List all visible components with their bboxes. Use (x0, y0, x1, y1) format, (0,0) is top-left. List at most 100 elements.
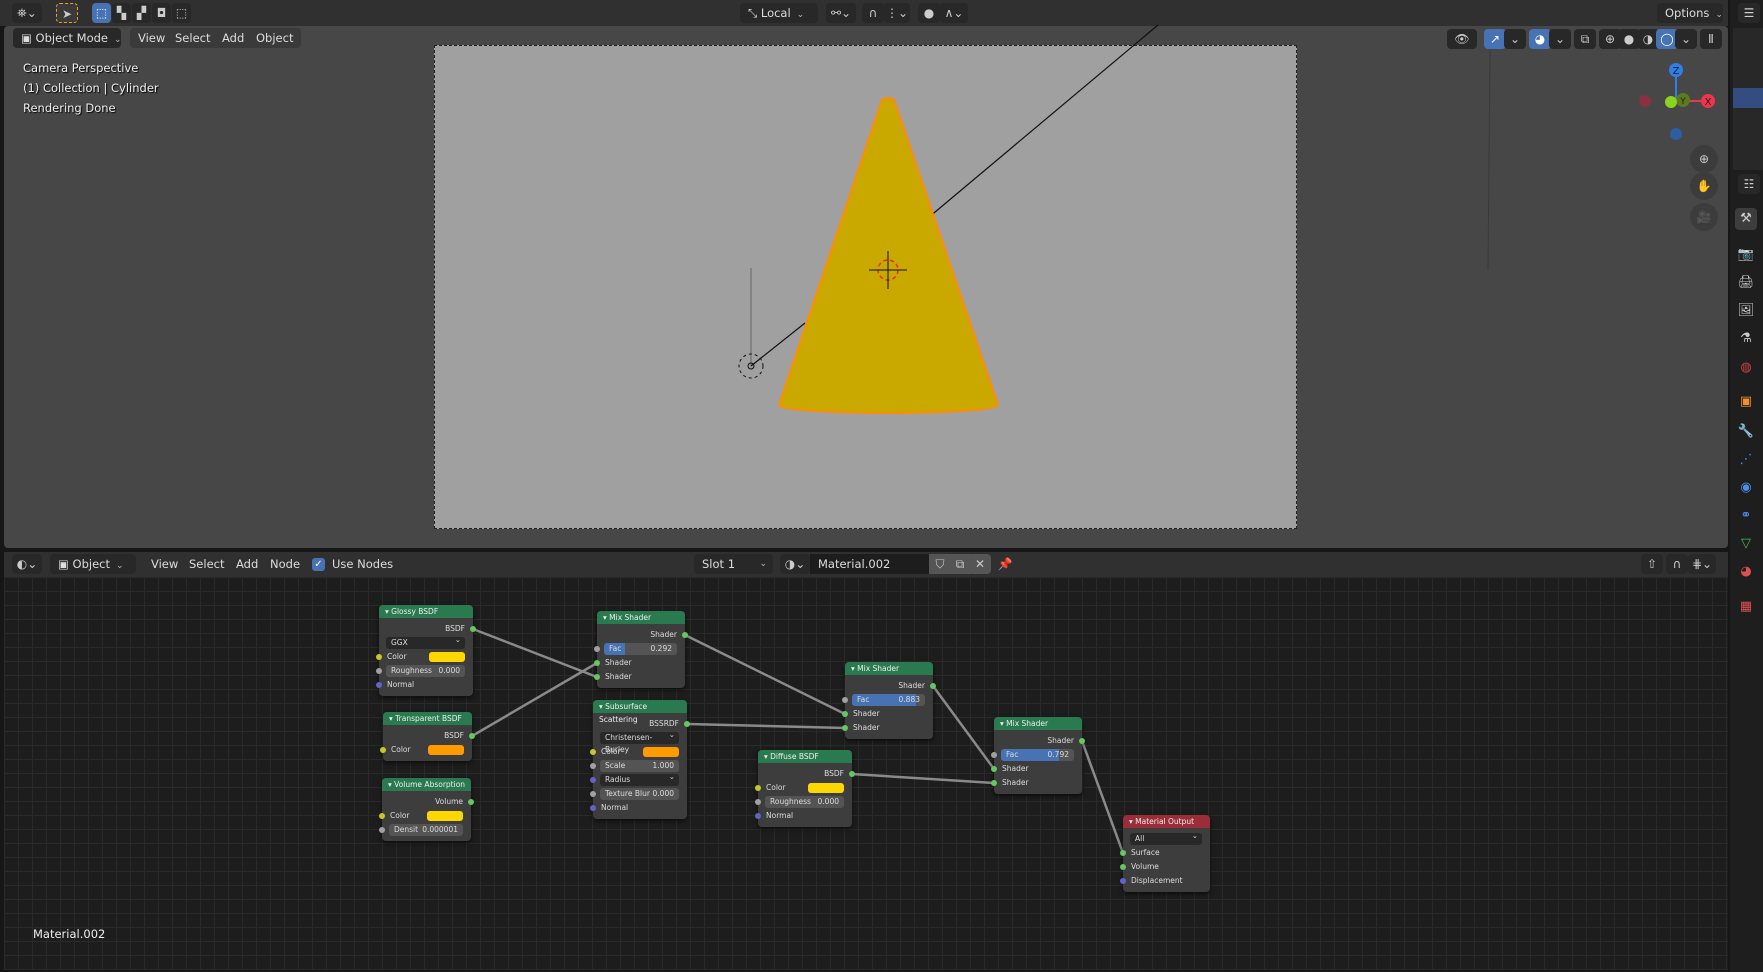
input-socket[interactable] (991, 766, 997, 772)
parent-node-tree-icon[interactable]: ⇧ (1641, 554, 1663, 574)
data-icon[interactable]: ▽ (1735, 533, 1757, 555)
node-header[interactable]: ▾ Diffuse BSDF (758, 750, 852, 763)
input-socket[interactable] (379, 813, 385, 819)
input-socket[interactable] (1120, 864, 1126, 870)
input-socket[interactable] (842, 711, 848, 717)
slot-dropdown[interactable]: Slot 1 ⌄ (694, 554, 773, 574)
input-socket[interactable] (991, 752, 997, 758)
output-socket[interactable] (684, 721, 690, 727)
output-socket[interactable] (682, 632, 688, 638)
color-swatch[interactable] (428, 745, 464, 755)
node-header[interactable]: ▾ Mix Shader (994, 717, 1082, 730)
color-swatch[interactable] (643, 747, 679, 757)
node-diffuse[interactable]: ▾ Diffuse BSDF BSDF Color Roughness 0.000 Nor… (755, 750, 855, 827)
input-socket[interactable] (755, 785, 761, 791)
input-socket[interactable] (590, 791, 596, 797)
input-socket[interactable] (590, 749, 596, 755)
use-nodes-checkbox[interactable]: ✓ (312, 558, 325, 571)
node-header[interactable]: ▾ Volume Absorption (382, 778, 471, 791)
outliner-selected-row[interactable] (1733, 88, 1763, 108)
input-socket[interactable] (376, 654, 382, 660)
node-mix3[interactable]: ▾ Mix Shader Shader Fac 0.792 Shader Shader (991, 717, 1085, 794)
node-dropdown[interactable]: Christensen-Burley (600, 729, 679, 754)
value-slider[interactable]: Fac 0.792 (1001, 749, 1074, 761)
snap-node-target-icon[interactable]: ⋕⌄ (1688, 554, 1716, 574)
input-socket[interactable] (376, 668, 382, 674)
output-socket[interactable] (1079, 738, 1085, 744)
input-socket[interactable] (380, 747, 386, 753)
node-menu-add[interactable]: Add (228, 554, 266, 574)
output-socket[interactable] (469, 733, 475, 739)
color-swatch[interactable] (808, 783, 844, 793)
input-socket[interactable] (376, 682, 382, 688)
node-transparent[interactable]: ▾ Transparent BSDF BSDF Color (380, 712, 475, 761)
outliner-type-icon[interactable]: ☰ (1738, 3, 1760, 23)
input-socket[interactable] (1120, 878, 1126, 884)
duplicate-material-icon[interactable]: ⧉ (949, 554, 971, 574)
node-dropdown[interactable]: All (1130, 830, 1202, 845)
material-icon[interactable]: ◕ (1735, 561, 1757, 583)
node-mix2[interactable]: ▾ Mix Shader Shader Fac 0.883 Shader Shader (842, 662, 936, 739)
zoom-icon[interactable]: ⊕ (1690, 145, 1718, 173)
color-swatch[interactable] (427, 811, 463, 821)
snap-node-icon[interactable]: ∩ (1666, 554, 1688, 574)
value-slider[interactable]: Roughness 0.000 (386, 665, 465, 677)
output-icon[interactable]: 🖨 (1735, 272, 1757, 294)
value-slider[interactable]: Densit 0.000001 (389, 824, 463, 836)
particles-icon[interactable]: ⋰ (1735, 449, 1757, 471)
node-header[interactable]: ▾ Subsurface Scattering (593, 700, 687, 724)
modifier-icon[interactable]: 🔧 (1735, 421, 1757, 443)
scene-icon[interactable]: ⚗ (1735, 328, 1757, 350)
node-menu-node[interactable]: Node (262, 554, 308, 574)
node-header[interactable]: ▾ Transparent BSDF (383, 712, 472, 725)
color-swatch[interactable] (429, 652, 465, 662)
input-socket[interactable] (842, 725, 848, 731)
texture-icon[interactable]: ▦ (1735, 596, 1757, 618)
input-socket[interactable] (755, 799, 761, 805)
input-socket[interactable] (379, 827, 385, 833)
node-editor-type-button[interactable]: ◐⌄ (12, 554, 42, 574)
input-socket[interactable] (1120, 850, 1126, 856)
node-menu-view[interactable]: View (143, 554, 186, 574)
physics-icon[interactable]: ◉ (1735, 477, 1757, 499)
object-icon[interactable]: ▣ (1735, 391, 1757, 413)
input-socket[interactable] (594, 660, 600, 666)
fake-user-shield-icon[interactable]: ⛉ (929, 554, 951, 574)
value-slider[interactable]: Texture Blur 0.000 (600, 788, 679, 800)
node-glossy[interactable]: ▾ Glossy BSDF BSDFGGX Color Roughness 0.000 N… (376, 605, 476, 696)
pan-hand-icon[interactable]: ✋ (1690, 172, 1718, 200)
tool-icon[interactable]: ⚒ (1735, 208, 1757, 230)
material-browse-icon[interactable]: ◑⌄ (780, 554, 810, 574)
node-editor-canvas[interactable] (4, 577, 1728, 970)
node-header[interactable]: ▾ Material Output (1123, 815, 1210, 828)
output-socket[interactable] (930, 683, 936, 689)
value-slider[interactable]: Scale 1.000 (600, 760, 679, 772)
node-volume[interactable]: ▾ Volume Absorption Volume Color Densit 0.00… (379, 778, 474, 841)
output-socket[interactable] (470, 626, 476, 632)
node-menu-select[interactable]: Select (181, 554, 232, 574)
input-socket[interactable] (590, 763, 596, 769)
node-dropdown[interactable]: Radius (600, 771, 679, 786)
output-socket[interactable] (468, 799, 474, 805)
input-socket[interactable] (991, 780, 997, 786)
value-slider[interactable]: Roughness 0.000 (765, 796, 844, 808)
node-header[interactable]: ▾ Glossy BSDF (379, 605, 473, 618)
constraints-icon[interactable]: ⚭ (1735, 505, 1757, 527)
input-socket[interactable] (755, 813, 761, 819)
value-slider[interactable]: Fac 0.883 (852, 694, 925, 706)
value-slider[interactable]: Fac 0.292 (604, 643, 677, 655)
camera-view-icon[interactable]: 🎥 (1690, 203, 1718, 231)
node-sss[interactable]: ▾ Subsurface Scattering BSSRDF Christensen… (590, 700, 690, 819)
object-type-dropdown[interactable]: ▣ Object ⌄ (50, 554, 136, 574)
node-mix1[interactable]: ▾ Mix Shader Shader Fac 0.292 Shader Shader (594, 611, 688, 688)
input-socket[interactable] (594, 674, 600, 680)
input-socket[interactable] (594, 646, 600, 652)
input-socket[interactable] (590, 777, 596, 783)
properties-type-icon[interactable]: ☷ (1738, 174, 1760, 194)
unlink-material-icon[interactable]: ✕ (969, 554, 991, 574)
world-icon[interactable]: ◍ (1735, 357, 1757, 379)
node-dropdown[interactable]: GGX (386, 634, 465, 649)
pin-icon[interactable]: 📌 (994, 554, 1016, 574)
input-socket[interactable] (590, 805, 596, 811)
view-layer-icon[interactable]: 🖼 (1735, 300, 1757, 322)
